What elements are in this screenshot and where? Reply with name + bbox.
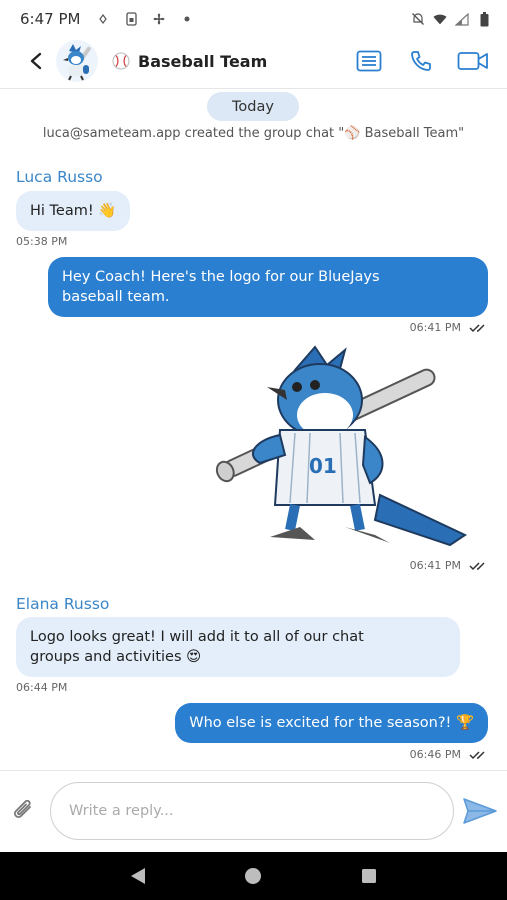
- mute-icon: [411, 12, 425, 26]
- details-icon: [356, 50, 382, 72]
- composer-divider: [0, 770, 507, 771]
- message-text-line: Logo looks great! I will add it to all o…: [30, 629, 364, 645]
- chat-title[interactable]: Baseball Team: [112, 52, 267, 71]
- read-receipt-icon: [469, 561, 489, 571]
- paperclip-icon: [13, 799, 31, 819]
- nav-home-icon: [245, 868, 262, 884]
- bluejay-mascot-image: 01: [215, 345, 468, 547]
- send-button[interactable]: [460, 793, 500, 829]
- message-list[interactable]: Today luca@sameteam.app created the grou…: [0, 89, 507, 771]
- phone-icon: [411, 51, 431, 71]
- chat-title-text: Baseball Team: [138, 51, 268, 71]
- fan-icon: [152, 12, 166, 26]
- message-meta: 06:41 PM: [410, 559, 489, 572]
- attach-button[interactable]: [8, 795, 40, 827]
- bluejay-avatar-icon: [63, 44, 91, 81]
- nav-recents-button[interactable]: [349, 856, 389, 896]
- message-timestamp: 05:38 PM: [16, 235, 68, 248]
- system-nav-bar: [0, 852, 507, 900]
- jersey-number: 01: [309, 454, 337, 478]
- nav-back-icon: [130, 868, 145, 884]
- message-bubble-outgoing[interactable]: Hey Coach! Here's the logo for our BlueJ…: [48, 257, 488, 317]
- baseball-icon: [112, 52, 130, 70]
- video-call-button[interactable]: [457, 45, 489, 77]
- chat-details-button[interactable]: [353, 45, 385, 77]
- nav-home-button[interactable]: [233, 856, 273, 896]
- message-bubble-incoming[interactable]: Hi Team! 👋: [16, 191, 131, 231]
- nav-back-button[interactable]: [118, 856, 158, 896]
- read-receipt-icon: [469, 323, 489, 333]
- message-text: Hi Team! 👋: [30, 203, 117, 219]
- message-text: Who else is excited for the season?! 🏆: [189, 715, 474, 731]
- voice-call-button[interactable]: [405, 45, 437, 77]
- message-text-line: Hey Coach! Here's the logo for our BlueJ…: [62, 269, 380, 285]
- message-text-line: baseball team.: [62, 289, 170, 305]
- read-receipt-icon: [469, 750, 489, 760]
- message-bubble-incoming[interactable]: Logo looks great! I will add it to all o…: [16, 617, 460, 677]
- message-text-line: groups and activities 😍: [30, 649, 202, 665]
- sim-icon: [124, 12, 138, 26]
- nav-recents-icon: [362, 869, 377, 883]
- dot-icon: [180, 12, 194, 26]
- message-timestamp: 06:46 PM: [409, 748, 461, 761]
- message-timestamp: 06:41 PM: [409, 321, 461, 334]
- send-icon: [463, 798, 497, 824]
- reply-input[interactable]: [50, 782, 454, 840]
- system-message: luca@sameteam.app created the group chat…: [42, 126, 465, 141]
- back-arrow-icon: [30, 52, 42, 70]
- message-bubble-outgoing[interactable]: Who else is excited for the season?! 🏆: [175, 703, 488, 743]
- back-button[interactable]: [18, 43, 54, 79]
- wifi-icon: [433, 12, 447, 26]
- location-icon: [96, 12, 110, 26]
- battery-icon: [477, 11, 491, 26]
- message-meta: 06:41 PM: [410, 321, 489, 334]
- status-bar: 6:47 PM: [0, 0, 507, 38]
- sender-name[interactable]: Luca Russo: [16, 168, 103, 186]
- signal-icon: [455, 12, 469, 26]
- date-separator: Today: [207, 92, 299, 121]
- message-meta: 06:46 PM: [410, 748, 489, 761]
- video-icon: [457, 52, 488, 70]
- message-timestamp: 06:41 PM: [409, 559, 461, 572]
- message-timestamp: 06:44 PM: [16, 681, 68, 694]
- status-time: 6:47 PM: [20, 10, 81, 28]
- chat-header: Baseball Team: [0, 38, 507, 84]
- group-avatar[interactable]: [56, 40, 98, 82]
- bluejay-sticker[interactable]: 01: [175, 345, 480, 560]
- sender-name[interactable]: Elana Russo: [16, 595, 109, 613]
